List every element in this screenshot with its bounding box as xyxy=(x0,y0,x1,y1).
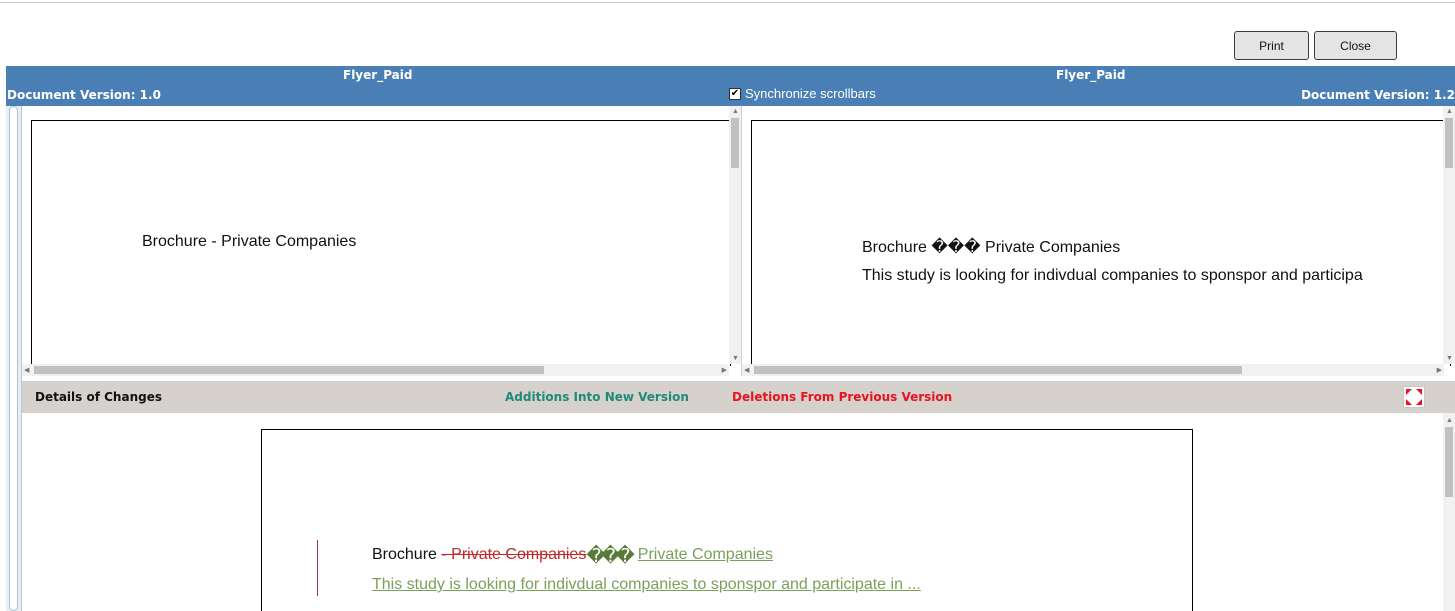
right-document-title: Flyer_Paid xyxy=(1056,68,1126,82)
top-divider xyxy=(0,2,1455,3)
scrollbar-thumb[interactable] xyxy=(731,118,739,168)
details-title: Details of Changes xyxy=(35,390,162,404)
additions-legend: Additions Into New Version xyxy=(505,390,689,404)
scroll-left-icon[interactable]: ◀ xyxy=(24,367,29,374)
scroll-up-icon[interactable]: ▲ xyxy=(732,108,739,115)
vertical-scrollbar[interactable]: ▲ ▼ xyxy=(1443,106,1455,364)
vertical-scrollbar[interactable]: ▲ xyxy=(1443,413,1455,611)
details-of-changes-bar: Details of Changes Additions Into New Ve… xyxy=(22,381,1455,413)
new-version-pane[interactable]: Brochure ��� Private Companies This stud… xyxy=(741,106,1455,376)
scrollbar-thumb[interactable] xyxy=(1445,118,1453,168)
inserted-glyphs: ��� xyxy=(586,546,635,567)
deletions-legend: Deletions From Previous Version xyxy=(732,390,953,404)
synchronize-scrollbars-label: Synchronize scrollbars xyxy=(745,86,876,101)
document-heading: Brochure ��� Private Companies xyxy=(862,239,1121,256)
splitter-handle[interactable] xyxy=(9,106,18,611)
diff-page: Brochure - Private Companies��� Private C… xyxy=(261,429,1193,611)
checkbox-checked-icon[interactable]: ✔ xyxy=(729,87,741,100)
scroll-down-icon[interactable]: ▼ xyxy=(1446,355,1453,362)
left-splitter[interactable] xyxy=(6,106,22,611)
scroll-up-icon[interactable]: ▲ xyxy=(1446,417,1453,424)
document-paragraph: This study is looking for indivdual comp… xyxy=(862,267,1363,284)
scrollbar-thumb[interactable] xyxy=(34,366,544,374)
compare-header: Flyer_Paid Document Version: 1.0 ✔ Synch… xyxy=(6,66,1455,106)
document-text: Brochure - Private Companies xyxy=(142,233,357,250)
document-page: Brochure ��� Private Companies This stud… xyxy=(751,120,1451,366)
left-document-version: Document Version: 1.0 xyxy=(7,88,161,102)
right-document-version: Document Version: 1.2 xyxy=(1301,88,1455,102)
inserted-text: Private Companies xyxy=(637,546,773,563)
deleted-text: - Private Companies xyxy=(441,546,587,563)
expand-icon[interactable] xyxy=(1403,386,1425,408)
synchronize-scrollbars-toggle[interactable]: ✔ Synchronize scrollbars xyxy=(729,86,876,101)
horizontal-scrollbar[interactable]: ◀ ▶ xyxy=(22,364,729,376)
vertical-scrollbar[interactable]: ▲ ▼ xyxy=(729,106,741,364)
change-bar xyxy=(317,540,318,596)
scrollbar-thumb[interactable] xyxy=(754,366,1242,374)
diff-heading-line: Brochure - Private Companies��� Private C… xyxy=(372,542,773,567)
scroll-right-icon[interactable]: ▶ xyxy=(1437,367,1442,374)
scroll-down-icon[interactable]: ▼ xyxy=(732,355,739,362)
horizontal-scrollbar[interactable]: ◀ ▶ xyxy=(742,364,1444,376)
left-document-title: Flyer_Paid xyxy=(343,68,413,82)
print-button[interactable]: Print xyxy=(1234,31,1309,60)
document-page: Brochure - Private Companies xyxy=(31,120,731,366)
previous-version-pane[interactable]: Brochure - Private Companies ▲ ▼ ◀ ▶ xyxy=(22,106,741,376)
inserted-paragraph: This study is looking for indivdual comp… xyxy=(372,576,921,593)
scrollbar-thumb[interactable] xyxy=(1445,427,1453,497)
changes-detail-pane[interactable]: Brochure - Private Companies��� Private C… xyxy=(22,413,1455,611)
close-button[interactable]: Close xyxy=(1314,31,1397,60)
scroll-right-icon[interactable]: ▶ xyxy=(722,367,727,374)
scroll-left-icon[interactable]: ◀ xyxy=(744,367,749,374)
scroll-up-icon[interactable]: ▲ xyxy=(1446,108,1453,115)
unchanged-text: Brochure xyxy=(372,546,442,563)
